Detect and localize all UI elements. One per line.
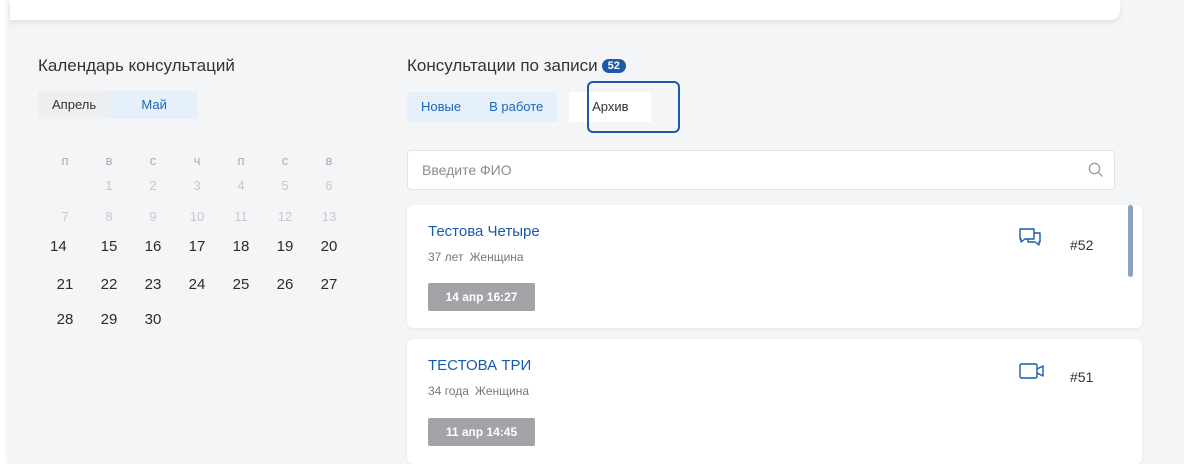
consultation-card[interactable]: ТЕСТОВА ТРИ 34 года Женщина 11 апр 14:45 … (407, 339, 1142, 464)
calendar-day: 4 (237, 178, 245, 193)
calendar-week-4: 21 22 23 24 25 26 27 (50, 276, 358, 293)
calendar-day-today[interactable]: 14 (50, 238, 80, 255)
scrollbar[interactable] (1128, 205, 1133, 277)
patient-gender: Женщина (474, 384, 530, 398)
calendar-day[interactable]: 30 (138, 311, 168, 328)
weekday-sun: в (325, 153, 333, 168)
calendar-week-2: 7 8 9 10 11 12 13 (50, 209, 358, 224)
chat-icon (1018, 227, 1042, 254)
calendar-week-1: 1 2 3 4 5 6 (50, 178, 358, 193)
weekday-wed: с (149, 153, 157, 168)
patient-gender: Женщина (469, 250, 524, 264)
calendar-day: 8 (105, 209, 113, 224)
calendar-day[interactable]: 15 (94, 238, 124, 255)
consultation-date: 14 апр 16:27 (428, 283, 535, 311)
consultation-card[interactable]: Тестова Четыре 37 лет Женщина 14 апр 16:2… (407, 205, 1142, 328)
patient-meta: 37 лет Женщина (428, 250, 524, 264)
patient-age: 37 лет (428, 250, 464, 264)
top-bar (10, 0, 1120, 20)
search-icon[interactable] (1088, 162, 1104, 183)
patient-name: ТЕСТОВА ТРИ (428, 357, 532, 374)
consultation-number: #51 (1070, 369, 1094, 385)
calendar-day: 3 (193, 178, 201, 193)
calendar-day[interactable]: 16 (138, 238, 168, 255)
month-tabs: Апрель Май (38, 91, 199, 119)
patient-name: Тестова Четыре (428, 223, 540, 240)
calendar-day[interactable]: 22 (94, 276, 124, 293)
tab-in-progress[interactable]: В работе (475, 92, 558, 122)
calendar-day: 1 (105, 178, 113, 193)
consultations-title: Консультации по записи (407, 56, 598, 75)
calendar-day[interactable]: 24 (182, 276, 212, 293)
weekday-sat: с (281, 153, 289, 168)
tab-april[interactable]: Апрель (38, 91, 111, 119)
tab-may[interactable]: Май (110, 91, 199, 119)
calendar-day[interactable]: 19 (270, 238, 300, 255)
page: Календарь консультаций Апрель Май п в с … (10, 0, 1184, 464)
weekday-tue: в (105, 153, 113, 168)
consultation-date: 11 апр 14:45 (428, 418, 535, 446)
calendar-day[interactable]: 25 (226, 276, 256, 293)
consultation-number: #52 (1070, 237, 1094, 253)
calendar-day (50, 178, 80, 193)
calendar-day[interactable]: 21 (50, 276, 80, 293)
consultations-header: Консультации по записи 52 (407, 56, 626, 76)
video-icon (1019, 363, 1045, 384)
patient-age: 34 года (428, 384, 469, 398)
weekday-mon: п (61, 153, 69, 168)
search-input[interactable] (420, 161, 1064, 179)
calendar-day-label: 14 (50, 238, 67, 255)
calendar-day[interactable]: 29 (94, 311, 124, 328)
weekday-header: п в с ч п с в (50, 153, 358, 168)
calendar-day: 11 (234, 209, 248, 224)
calendar-day[interactable]: 18 (226, 238, 256, 255)
calendar-day[interactable]: 17 (182, 238, 212, 255)
calendar-week-5: 28 29 30 (50, 311, 182, 328)
calendar-day[interactable]: 20 (314, 238, 344, 255)
calendar-day[interactable]: 26 (270, 276, 300, 293)
calendar-day: 6 (325, 178, 333, 193)
archive-tab-highlight (587, 81, 680, 133)
calendar-day[interactable]: 28 (50, 311, 80, 328)
weekday-fri: п (237, 153, 245, 168)
calendar-day: 2 (149, 178, 157, 193)
count-badge: 52 (601, 59, 626, 73)
calendar-day: 5 (281, 178, 289, 193)
calendar-day: 12 (277, 209, 293, 224)
tab-new[interactable]: Новые (407, 92, 476, 122)
calendar-day: 9 (149, 209, 157, 224)
calendar-day[interactable]: 23 (138, 276, 168, 293)
calendar-week-3: 14 15 16 17 18 19 20 (50, 238, 358, 255)
calendar-day: 10 (189, 209, 205, 224)
calendar-day[interactable]: 27 (314, 276, 344, 293)
weekday-thu: ч (193, 153, 201, 168)
search-field (407, 150, 1115, 190)
calendar-day: 7 (61, 209, 69, 224)
calendar-title: Календарь консультаций (38, 56, 235, 75)
patient-meta: 34 года Женщина (428, 384, 529, 398)
calendar-day: 13 (321, 209, 337, 224)
